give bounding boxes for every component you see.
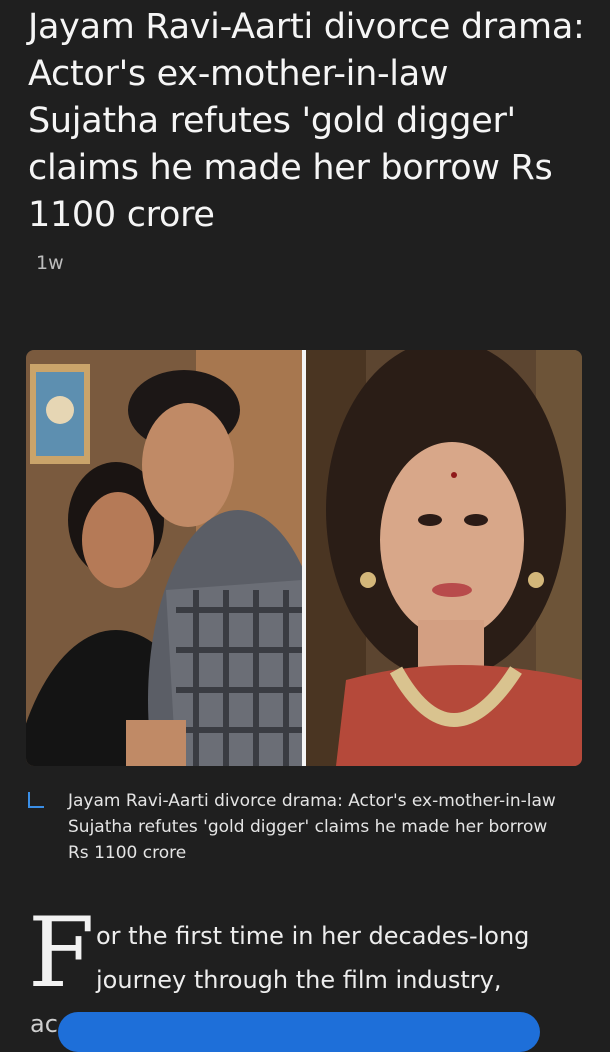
article-lead-paragraph: or the first time in her decades-long jo… — [30, 914, 576, 1038]
caption-marker-icon — [28, 792, 44, 808]
hero-photo-left — [26, 350, 302, 766]
hero-photo-right — [306, 350, 582, 766]
lead-line-3: ac — [30, 1010, 58, 1038]
floating-action-pill[interactable] — [58, 1012, 540, 1052]
hero-image[interactable] — [26, 350, 582, 766]
article-timestamp: 1w — [36, 252, 64, 274]
lead-line-2: journey through the film industry, — [96, 966, 502, 994]
lead-line-1: or the first time in her decades-long — [96, 922, 530, 950]
article-headline: Jayam Ravi-Aarti divorce drama: Actor's … — [28, 7, 585, 235]
article-drop-cap: F — [28, 897, 95, 1009]
hero-caption-text: Jayam Ravi-Aarti divorce drama: Actor's … — [68, 791, 556, 863]
